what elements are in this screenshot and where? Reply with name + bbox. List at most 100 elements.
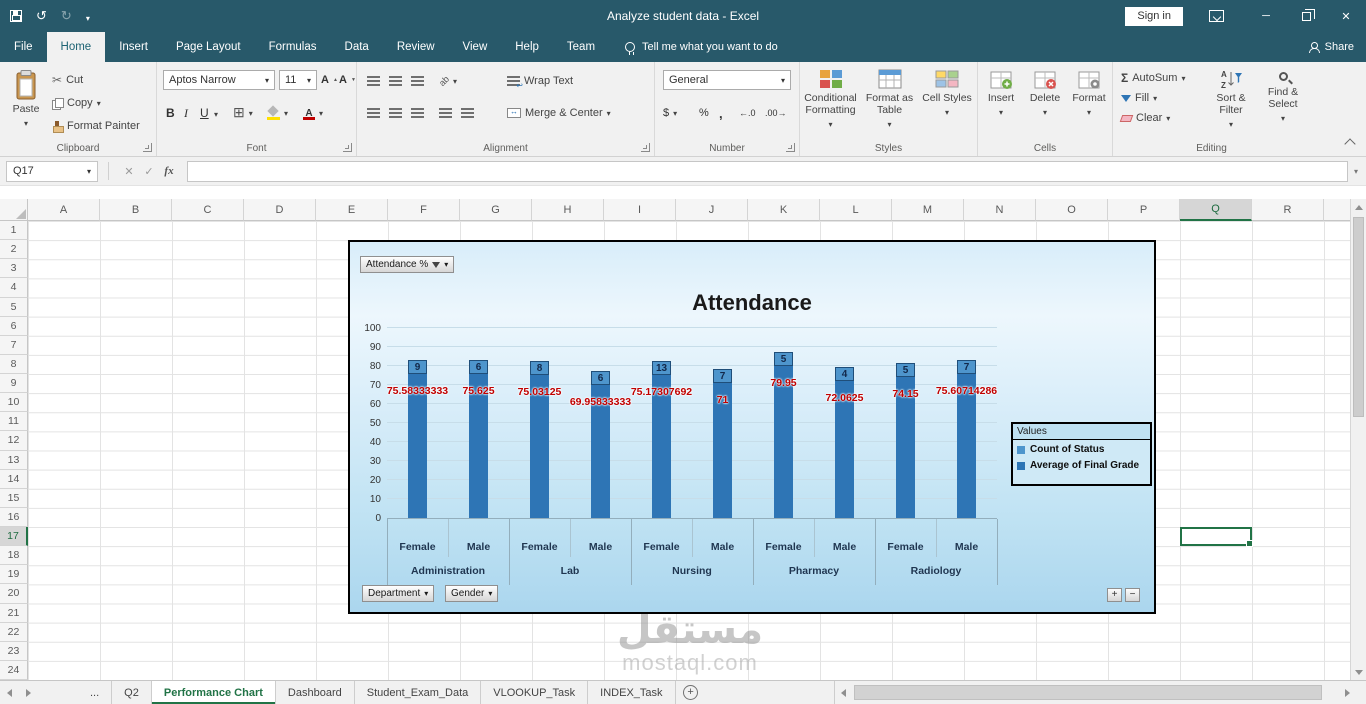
count-label-3[interactable]: 6 [591,371,610,386]
column-header-Q[interactable]: Q [1180,199,1252,221]
align-left-button[interactable] [367,104,380,122]
tell-me-box[interactable]: Tell me what you want to do [625,32,778,62]
count-label-2[interactable]: 8 [530,361,549,376]
chart-title[interactable]: Attendance [350,290,1154,316]
paste-button[interactable]: Paste [6,69,46,129]
row-header-21[interactable]: 21 [0,603,28,623]
tab-help[interactable]: Help [501,32,553,62]
fill-color-button[interactable] [267,104,288,122]
collapse-ribbon-icon[interactable] [1344,138,1356,150]
middle-align-button[interactable] [389,72,402,90]
chart-expand-button[interactable]: + [1107,588,1122,602]
increase-decimal-button[interactable] [739,104,756,122]
column-header-N[interactable]: N [964,199,1036,221]
save-icon[interactable] [10,10,22,22]
number-dialog-launcher-icon[interactable] [786,143,795,152]
chart-filter-attendance-button[interactable]: Attendance % [360,256,455,273]
row-header-6[interactable]: 6 [0,316,28,336]
pivot-chart[interactable]: Attendance % Attendance 0102030405060708… [348,240,1156,614]
decrease-decimal-button[interactable] [765,104,787,122]
sheet-tab-student-exam-data[interactable]: Student_Exam_Data [355,681,482,704]
column-header-I[interactable]: I [604,199,676,221]
tab-page-layout[interactable]: Page Layout [162,32,255,62]
scroll-right-button[interactable] [1339,681,1356,704]
font-dialog-launcher-icon[interactable] [343,143,352,152]
tab-view[interactable]: View [449,32,502,62]
align-center-button[interactable] [389,104,402,122]
minimize-button[interactable] [1246,0,1286,32]
sheet-tab-vlookup-task[interactable]: VLOOKUP_Task [481,681,589,704]
row-header-8[interactable]: 8 [0,354,28,374]
count-label-9[interactable]: 7 [957,360,976,375]
decrease-font-size-button[interactable] [339,71,356,89]
fill-button[interactable]: Fill [1121,89,1157,107]
column-header-H[interactable]: H [532,199,604,221]
row-header-4[interactable]: 4 [0,278,28,298]
wrap-text-button[interactable]: Wrap Text [507,72,573,90]
column-header-A[interactable]: A [28,199,100,221]
restore-button[interactable] [1286,0,1326,32]
comma-style-button[interactable] [719,104,723,122]
tab-home[interactable]: Home [46,32,106,62]
sheet-nav-left-button[interactable] [0,681,19,704]
bottom-align-button[interactable] [411,72,424,90]
scroll-down-button[interactable] [1351,664,1366,680]
row-header-23[interactable]: 23 [0,641,28,661]
name-box[interactable]: Q17 [6,160,98,182]
row-header-14[interactable]: 14 [0,469,28,489]
horizontal-scroll-track[interactable] [852,681,1339,704]
chart-legend[interactable]: Values Count of Status Average of Final G… [1011,422,1152,486]
vertical-scroll-thumb[interactable] [1353,217,1364,417]
count-label-6[interactable]: 5 [774,352,793,367]
column-header-J[interactable]: J [676,199,748,221]
chart-field-gender-button[interactable]: Gender [445,585,499,602]
underline-button[interactable] [200,104,209,122]
ribbon-display-options-icon[interactable] [1209,10,1224,22]
scroll-up-button[interactable] [1351,199,1366,215]
column-header-F[interactable]: F [388,199,460,221]
insert-cells-button[interactable]: Insert [980,70,1022,118]
horizontal-scrollbar[interactable] [834,681,1356,704]
bold-button[interactable] [166,104,175,122]
tab-team[interactable]: Team [553,32,609,62]
align-right-button[interactable] [411,104,424,122]
clipboard-dialog-launcher-icon[interactable] [143,143,152,152]
copy-button[interactable]: Copy [52,94,101,112]
conditional-formatting-button[interactable]: Conditional Formatting [802,68,859,130]
row-header-12[interactable]: 12 [0,431,28,451]
font-size-select[interactable]: 11 [279,70,317,90]
sheet-tab-index-task[interactable]: INDEX_Task [588,681,676,704]
scroll-left-button[interactable] [835,681,852,704]
count-label-5[interactable]: 7 [713,369,732,384]
row-header-24[interactable]: 24 [0,660,28,680]
row-header-17[interactable]: 17 [0,527,28,547]
row-header-2[interactable]: 2 [0,240,28,260]
tab-file[interactable]: File [0,32,47,62]
share-button[interactable]: Share [1308,32,1354,62]
row-header-15[interactable]: 15 [0,488,28,508]
sheet-nav-right-button[interactable] [19,681,38,704]
row-header-18[interactable]: 18 [0,546,28,566]
row-header-10[interactable]: 10 [0,393,28,413]
row-header-13[interactable]: 13 [0,450,28,470]
sign-in-button[interactable]: Sign in [1125,6,1183,26]
row-header-22[interactable]: 22 [0,622,28,642]
underline-dropdown-icon[interactable] [214,105,218,123]
tab-formulas[interactable]: Formulas [255,32,331,62]
count-label-7[interactable]: 4 [835,367,854,382]
horizontal-scroll-thumb[interactable] [854,685,1322,700]
count-label-0[interactable]: 9 [408,360,427,375]
selected-cell[interactable] [1180,527,1253,548]
find-select-button[interactable]: Find & Select [1259,68,1307,124]
column-header-C[interactable]: C [172,199,244,221]
top-align-button[interactable] [367,72,380,90]
row-header-7[interactable]: 7 [0,335,28,355]
row-header-19[interactable]: 19 [0,565,28,585]
enter-icon[interactable] [139,165,159,178]
count-label-4[interactable]: 13 [652,361,671,376]
cancel-icon[interactable] [119,165,139,178]
new-sheet-button[interactable] [676,681,706,704]
row-header-11[interactable]: 11 [0,412,28,432]
tab-review[interactable]: Review [383,32,449,62]
increase-indent-button[interactable] [461,104,474,122]
